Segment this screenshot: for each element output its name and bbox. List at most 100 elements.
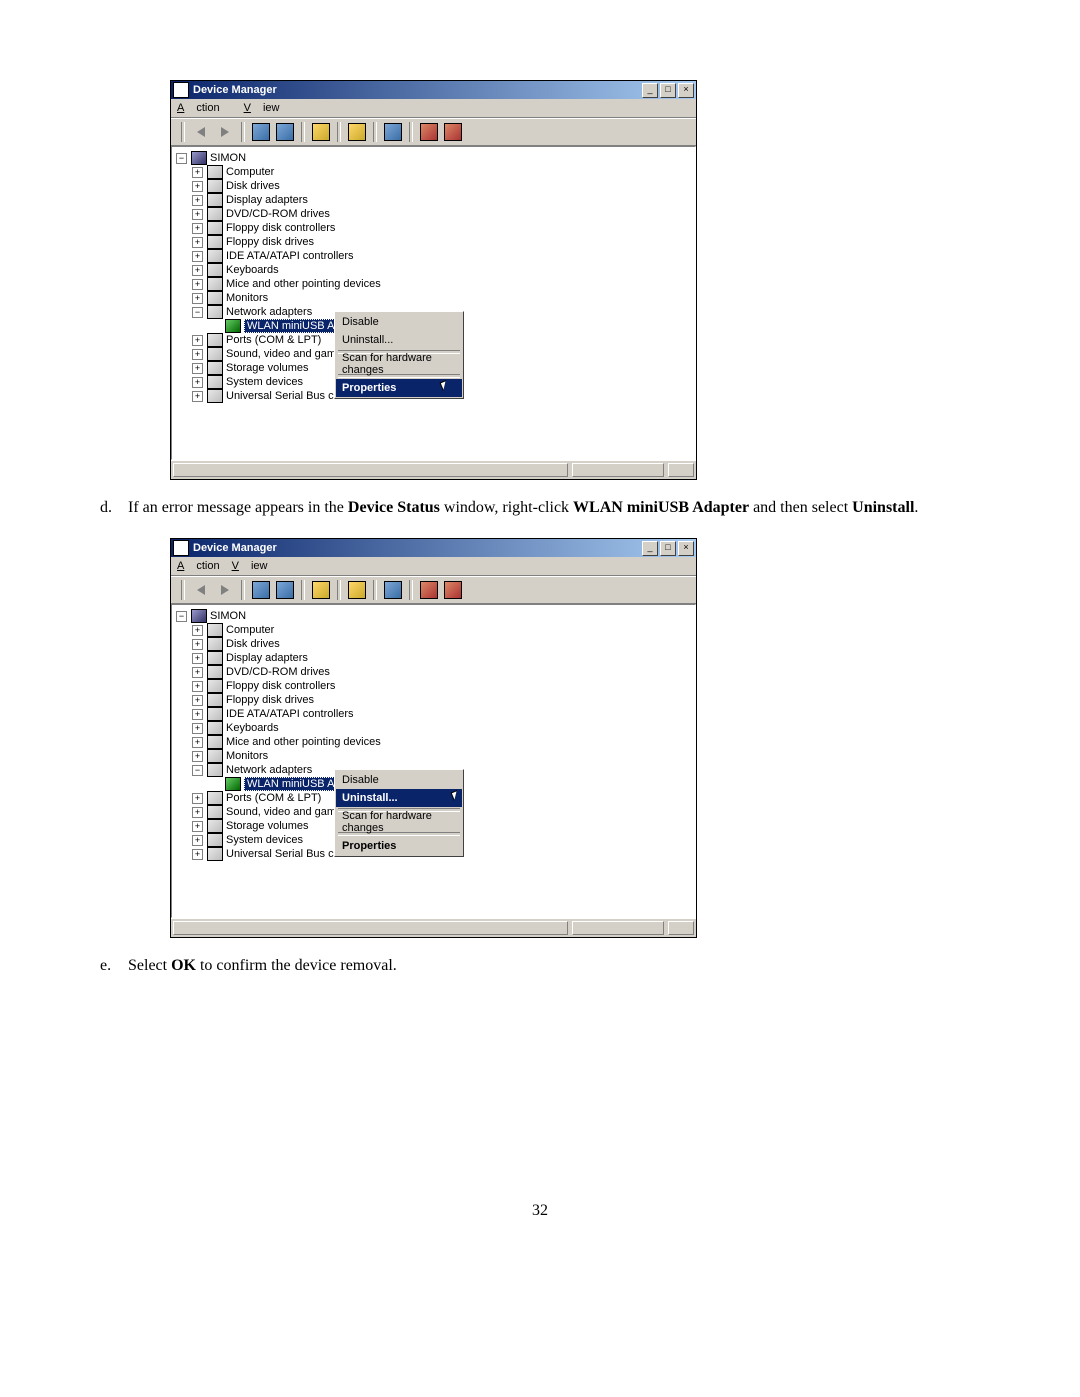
- tree-root[interactable]: − SIMON: [172, 609, 695, 623]
- expand-icon[interactable]: +: [192, 849, 203, 860]
- expand-icon[interactable]: +: [192, 181, 203, 192]
- tree-item[interactable]: +Floppy disk controllers: [172, 221, 695, 235]
- tree-item[interactable]: +Computer: [172, 165, 695, 179]
- tree-item[interactable]: + Monitors: [172, 749, 695, 763]
- tree-item[interactable]: +Disk drives: [172, 179, 695, 193]
- toolbar-btn-5[interactable]: [418, 579, 440, 601]
- expand-icon[interactable]: +: [192, 251, 203, 262]
- expand-icon[interactable]: +: [192, 625, 203, 636]
- expand-icon[interactable]: +: [192, 167, 203, 178]
- tree-item[interactable]: +Disk drives: [172, 637, 695, 651]
- collapse-icon[interactable]: −: [176, 611, 187, 622]
- expand-icon[interactable]: −: [192, 307, 203, 318]
- back-button[interactable]: [190, 121, 212, 143]
- expand-icon[interactable]: +: [192, 709, 203, 720]
- expand-icon[interactable]: +: [192, 293, 203, 304]
- toolbar-btn-6[interactable]: [442, 579, 464, 601]
- expand-icon[interactable]: +: [192, 265, 203, 276]
- menu-action[interactable]: Action: [177, 102, 232, 114]
- expand-icon[interactable]: +: [192, 195, 203, 206]
- toolbar-btn-2[interactable]: [274, 121, 296, 143]
- context-menu-scan[interactable]: Scan for hardware changes: [336, 355, 462, 373]
- tree-item[interactable]: +Computer: [172, 623, 695, 637]
- tree-item[interactable]: +Floppy disk drives: [172, 693, 695, 707]
- toolbar-btn-6[interactable]: [442, 121, 464, 143]
- expand-icon[interactable]: +: [192, 835, 203, 846]
- menu-view[interactable]: View: [244, 102, 280, 114]
- toolbar-btn-2[interactable]: [274, 579, 296, 601]
- device-tree[interactable]: − SIMON +Computer+Disk drives+Display ad…: [171, 604, 696, 918]
- toolbar-btn-3[interactable]: [346, 579, 368, 601]
- tree-item-label: Monitors: [226, 750, 268, 762]
- toolbar-btn-3[interactable]: [346, 121, 368, 143]
- collapse-icon[interactable]: −: [176, 153, 187, 164]
- close-button[interactable]: ×: [678, 541, 694, 556]
- tree-item[interactable]: +Mice and other pointing devices: [172, 277, 695, 291]
- expand-icon[interactable]: +: [192, 667, 203, 678]
- expand-icon[interactable]: +: [192, 695, 203, 706]
- tree-item[interactable]: +Keyboards: [172, 721, 695, 735]
- tree-item[interactable]: +IDE ATA/ATAPI controllers: [172, 249, 695, 263]
- expand-icon[interactable]: +: [192, 653, 203, 664]
- context-menu-properties[interactable]: Properties: [336, 837, 462, 855]
- titlebar[interactable]: Device Manager _ □ ×: [171, 81, 696, 99]
- toolbar-btn-1[interactable]: [250, 579, 272, 601]
- tree-item-label: Network adapters: [226, 306, 312, 318]
- tree-item[interactable]: +Mice and other pointing devices: [172, 735, 695, 749]
- forward-button[interactable]: [214, 579, 236, 601]
- expand-icon[interactable]: +: [192, 377, 203, 388]
- context-menu-uninstall[interactable]: Uninstall...: [336, 789, 462, 807]
- tree-item[interactable]: +DVD/CD-ROM drives: [172, 207, 695, 221]
- expand-icon[interactable]: +: [192, 391, 203, 402]
- minimize-button[interactable]: _: [642, 83, 658, 98]
- maximize-button[interactable]: □: [660, 83, 676, 98]
- maximize-button[interactable]: □: [660, 541, 676, 556]
- tree-item[interactable]: +Display adapters: [172, 651, 695, 665]
- expand-icon[interactable]: +: [192, 237, 203, 248]
- context-menu-disable[interactable]: Disable: [336, 771, 462, 789]
- expand-icon[interactable]: +: [192, 639, 203, 650]
- expand-icon[interactable]: −: [192, 765, 203, 776]
- back-button[interactable]: [190, 579, 212, 601]
- tree-item[interactable]: +Display adapters: [172, 193, 695, 207]
- minimize-button[interactable]: _: [642, 541, 658, 556]
- expand-icon[interactable]: +: [192, 209, 203, 220]
- tree-item[interactable]: +DVD/CD-ROM drives: [172, 665, 695, 679]
- close-button[interactable]: ×: [678, 83, 694, 98]
- scanhw-toolbar-button[interactable]: [382, 121, 404, 143]
- expand-icon[interactable]: +: [192, 223, 203, 234]
- menu-action[interactable]: Action: [177, 560, 220, 572]
- scanhw-toolbar-button[interactable]: [382, 579, 404, 601]
- titlebar[interactable]: Device Manager _ □ ×: [171, 539, 696, 557]
- toolbar-btn-1[interactable]: [250, 121, 272, 143]
- tree-item[interactable]: +Floppy disk controllers: [172, 679, 695, 693]
- properties-toolbar-button[interactable]: [310, 579, 332, 601]
- properties-toolbar-button[interactable]: [310, 121, 332, 143]
- expand-icon[interactable]: +: [192, 821, 203, 832]
- tree-item[interactable]: +Monitors: [172, 291, 695, 305]
- device-tree[interactable]: − SIMON +Computer+Disk drives+Display ad…: [171, 146, 696, 460]
- context-menu-uninstall[interactable]: Uninstall...: [336, 331, 462, 349]
- instruction-e: e. Select OK to confirm the device remov…: [100, 950, 980, 982]
- expand-icon[interactable]: +: [192, 807, 203, 818]
- forward-button[interactable]: [214, 121, 236, 143]
- tree-item[interactable]: +IDE ATA/ATAPI controllers: [172, 707, 695, 721]
- expand-icon[interactable]: +: [192, 723, 203, 734]
- toolbar-btn-5[interactable]: [418, 121, 440, 143]
- expand-icon[interactable]: +: [192, 793, 203, 804]
- context-menu-scan[interactable]: Scan for hardware changes: [336, 813, 462, 831]
- tree-root[interactable]: − SIMON: [172, 151, 695, 165]
- tree-item[interactable]: +Floppy disk drives: [172, 235, 695, 249]
- context-menu-disable[interactable]: Disable: [336, 313, 462, 331]
- tree-item[interactable]: +Keyboards: [172, 263, 695, 277]
- expand-icon[interactable]: +: [192, 335, 203, 346]
- expand-icon[interactable]: +: [192, 681, 203, 692]
- device-category-icon: [207, 665, 223, 679]
- expand-icon[interactable]: +: [192, 363, 203, 374]
- expand-icon[interactable]: +: [192, 751, 203, 762]
- expand-icon[interactable]: +: [192, 737, 203, 748]
- context-menu-properties[interactable]: Properties: [336, 379, 462, 397]
- expand-icon[interactable]: +: [192, 279, 203, 290]
- expand-icon[interactable]: +: [192, 349, 203, 360]
- menu-view[interactable]: View: [232, 560, 268, 572]
